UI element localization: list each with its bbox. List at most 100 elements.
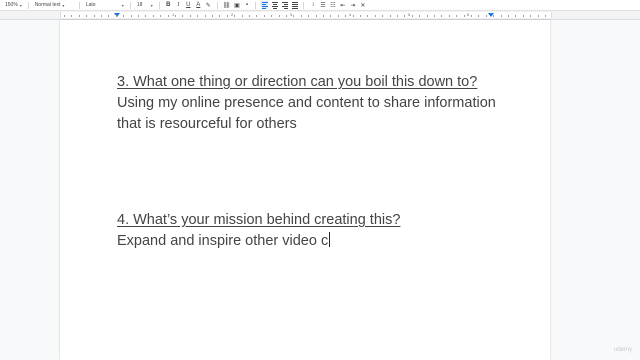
ruler-tick <box>522 15 524 17</box>
ruler-tick <box>382 15 384 17</box>
ruler-tick <box>545 15 546 17</box>
align-left-button[interactable] <box>261 1 269 9</box>
ruler-tick <box>278 15 280 17</box>
ruler-tick <box>78 15 80 17</box>
question-3-answer-line-2[interactable]: that is resourceful for others <box>117 114 517 135</box>
question-4-heading[interactable]: 4. What’s your mission behind creating t… <box>117 210 517 231</box>
toolbar-divider <box>303 1 305 9</box>
ruler-tick <box>93 15 95 17</box>
ruler-tick <box>241 15 243 17</box>
align-center-button[interactable] <box>271 1 278 9</box>
question-3-block[interactable]: 3. What one thing or direction can you b… <box>117 72 517 135</box>
text-cursor <box>329 232 331 247</box>
watermark-logo: udemy <box>613 347 632 353</box>
ruler-tick <box>485 15 487 17</box>
ruler-tick <box>441 15 443 17</box>
decrease-indent-icon[interactable]: ⇤ <box>339 1 346 9</box>
ruler-tick <box>323 15 324 17</box>
zoom-select[interactable]: 150% ▾ <box>4 1 23 10</box>
chevron-down-icon: ▾ <box>121 2 124 8</box>
ruler-tick <box>189 15 191 17</box>
ruler-tick <box>145 15 147 17</box>
ruler: 1 2 3 4 5 6 <box>0 11 640 20</box>
ruler-tick <box>367 15 369 17</box>
style-select[interactable]: Normal text ▾ <box>34 1 74 10</box>
ruler-tick <box>360 15 361 17</box>
ruler-tick <box>130 15 132 17</box>
document-page[interactable]: 3. What one thing or direction can you b… <box>60 20 550 360</box>
ruler-tick <box>293 15 295 17</box>
ruler-tick <box>463 15 465 17</box>
increase-indent-icon[interactable]: ⇥ <box>349 1 356 9</box>
align-right-button[interactable] <box>281 1 288 9</box>
ruler-tick <box>315 15 317 17</box>
question-4-block[interactable]: 4. What’s your mission behind creating t… <box>117 210 517 252</box>
ruler-tick <box>411 15 413 17</box>
ruler-tick <box>197 15 199 17</box>
font-size-select[interactable]: 18 ▾ <box>136 1 154 10</box>
ruler-tick <box>352 15 354 17</box>
ruler-tick <box>101 15 102 17</box>
chevron-down-icon: ▾ <box>19 2 22 8</box>
line-spacing-icon[interactable]: ↕ <box>309 1 316 9</box>
ruler-tick <box>419 15 421 17</box>
toolbar-divider <box>78 1 80 9</box>
ruler-tick <box>160 15 162 17</box>
font-select[interactable]: Lato ▾ <box>85 1 125 10</box>
toolbar-divider <box>129 1 131 9</box>
justify-button[interactable] <box>291 1 298 9</box>
bulleted-list-icon[interactable]: ☷ <box>329 1 336 9</box>
question-3-heading[interactable]: 3. What one thing or direction can you b… <box>117 72 517 93</box>
ruler-tick <box>374 15 376 17</box>
ruler-tick <box>448 15 450 17</box>
ruler-tick <box>115 15 117 17</box>
italic-button[interactable]: I <box>175 1 182 9</box>
ruler-number: 5 <box>408 12 411 17</box>
ruler-tick <box>167 15 169 17</box>
ruler-number: 2 <box>231 12 234 17</box>
clear-formatting-icon[interactable]: ✕ <box>359 1 366 9</box>
ruler-tick <box>515 15 517 17</box>
align-center-icon <box>271 1 278 9</box>
question-4-answer-text[interactable]: Expand and inspire other video c <box>117 233 328 249</box>
image-icon[interactable]: ▪ <box>243 1 250 9</box>
text-color-button[interactable]: A <box>195 1 202 9</box>
justify-icon <box>291 1 298 9</box>
highlight-icon[interactable]: ✎ <box>205 1 212 9</box>
ruler-tick <box>389 15 391 17</box>
bold-button[interactable]: B <box>165 1 172 9</box>
ruler-tick <box>434 15 435 17</box>
toolbar: 150% ▾ Normal text ▾ Lato ▾ 18 ▾ B I U A… <box>0 0 640 11</box>
ruler-tick <box>226 15 228 17</box>
ruler-tick <box>263 15 265 17</box>
underline-button[interactable]: U <box>185 1 192 9</box>
align-left-icon <box>261 1 268 9</box>
ruler-tick <box>404 15 406 17</box>
toolbar-divider <box>27 1 29 9</box>
numbered-list-icon[interactable]: ☰ <box>319 1 326 9</box>
align-right-icon <box>281 1 288 9</box>
zoom-value: 150% <box>5 2 18 8</box>
ruler-tick <box>286 15 287 17</box>
question-4-answer-line[interactable]: Expand and inspire other video c <box>117 231 517 252</box>
ruler-tick <box>123 15 125 17</box>
ruler-tick <box>508 15 509 17</box>
ruler-tick <box>345 15 347 17</box>
ruler-tick <box>71 15 73 17</box>
ruler-tick <box>138 15 139 17</box>
ruler-tick <box>456 15 458 17</box>
style-value: Normal text <box>34 2 61 8</box>
ruler-tick <box>108 15 110 17</box>
ruler-number: 6 <box>467 12 470 17</box>
ruler-tick <box>478 15 480 17</box>
ruler-tick <box>308 15 310 17</box>
toolbar-divider <box>255 1 257 9</box>
link-icon[interactable]: ⛓ <box>223 1 231 9</box>
ruler-tick <box>397 15 398 17</box>
ruler-tick <box>234 15 236 17</box>
ruler-tick <box>152 15 154 17</box>
ruler-tick <box>219 15 221 17</box>
chevron-down-icon: ▾ <box>62 2 65 8</box>
question-3-answer-line-1[interactable]: Using my online presence and content to … <box>117 93 517 114</box>
comment-icon[interactable]: ▣ <box>233 1 240 9</box>
